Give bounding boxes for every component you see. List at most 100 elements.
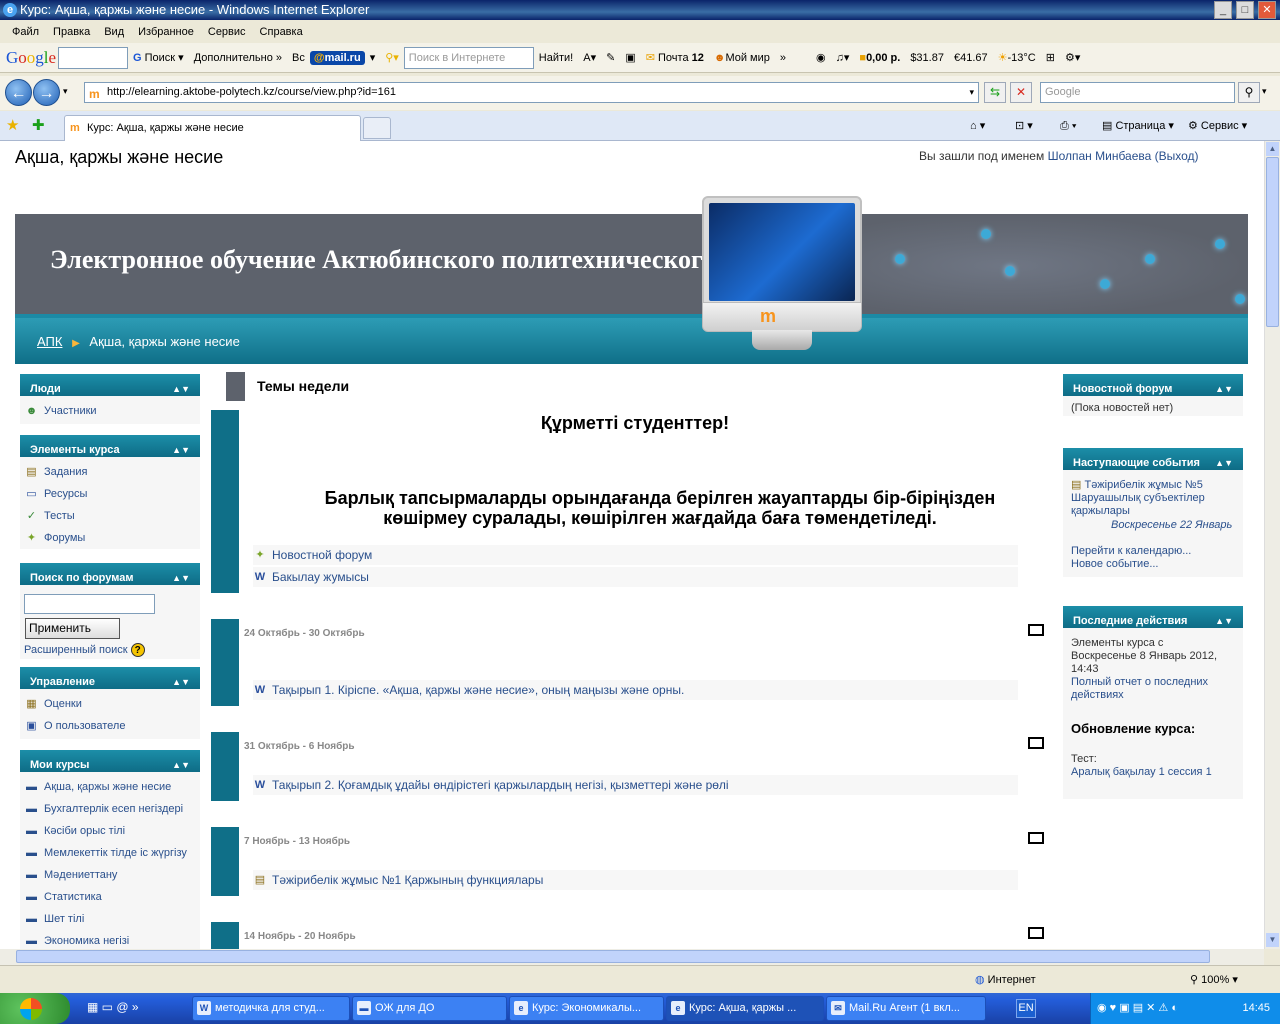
forum-search-input[interactable] xyxy=(24,594,155,614)
control-work-link[interactable]: W Бакылау жумысы xyxy=(253,567,1018,587)
collapse-icon[interactable]: ▲▼ xyxy=(172,435,190,465)
new-event-link[interactable]: Новое событие... xyxy=(1071,558,1159,570)
horizontal-scrollbar[interactable] xyxy=(0,949,1264,965)
search-go-icon[interactable]: ⚲ xyxy=(1238,82,1260,103)
collapse-icon[interactable]: ▲▼ xyxy=(1215,448,1233,478)
course-link[interactable]: ▬ Кәсіби орыс тілі xyxy=(20,825,125,837)
refresh-icon[interactable]: ⇆ xyxy=(984,82,1006,103)
hscroll-thumb[interactable] xyxy=(16,950,1210,963)
zoom-level[interactable]: ⚲ 100% ▾ xyxy=(1190,973,1238,986)
menu-tools[interactable]: Сервис xyxy=(202,26,254,38)
forward-button[interactable]: → xyxy=(33,79,60,106)
logout-link[interactable]: (Выход) xyxy=(1155,149,1199,163)
live-search-input[interactable]: Google xyxy=(1040,82,1235,103)
feeds-icon[interactable]: ⊡ ▾ xyxy=(1015,117,1033,135)
task-ie-course2[interactable]: e Курс: Ақша, қаржы ... xyxy=(666,996,824,1021)
start-button[interactable] xyxy=(0,993,70,1024)
add-favorites-icon[interactable]: ✚ xyxy=(32,116,45,134)
event-link[interactable]: ▤ Тәжірибелік жұмыс №5 Шаруашылық субъек… xyxy=(1071,479,1205,518)
menu-favorites[interactable]: Избранное xyxy=(132,26,202,38)
tab-course[interactable]: m Курс: Ақша, қаржы және несие xyxy=(64,115,361,141)
close-button[interactable]: ✕ xyxy=(1258,1,1276,19)
mailru-dropdown-icon[interactable]: ▾ xyxy=(365,51,381,64)
usd-rate[interactable]: $31.87 xyxy=(905,52,949,64)
highlight-toggle-icon[interactable] xyxy=(1028,927,1044,939)
task-mail-agent[interactable]: ✉ Mail.Ru Агент (1 вкл... xyxy=(826,996,986,1021)
highlight-icon[interactable]: ✎ xyxy=(601,51,620,64)
event-date[interactable]: Воскресенье 22 Январь xyxy=(1111,519,1232,531)
more-button[interactable]: Дополнительно » xyxy=(189,52,287,64)
course-link[interactable]: ▬ Экономика негізі xyxy=(20,935,129,947)
agent-icon[interactable]: ◉ xyxy=(811,51,831,64)
money-button[interactable]: ■0,00 р. xyxy=(854,52,905,64)
google-search-button[interactable]: G Поиск ▾ xyxy=(128,51,189,64)
news-forum-link[interactable]: ✦ Новостной форум xyxy=(253,545,1018,565)
highlight-toggle-icon[interactable] xyxy=(1028,624,1044,636)
scroll-thumb[interactable] xyxy=(1266,157,1279,327)
collapse-icon[interactable]: ▲▼ xyxy=(172,563,190,593)
eur-rate[interactable]: €41.67 xyxy=(949,52,993,64)
user-link[interactable]: Шолпан Минбаева xyxy=(1048,149,1152,163)
help-icon[interactable]: ? xyxy=(130,643,145,657)
task-folder[interactable]: ▬ ОЖ для ДО xyxy=(352,996,507,1021)
find-button[interactable]: Найти! xyxy=(534,52,578,64)
maximize-button[interactable]: □ xyxy=(1236,1,1254,19)
collapse-icon[interactable]: ▲▼ xyxy=(172,750,190,780)
vs-button[interactable]: Вс xyxy=(287,52,310,64)
topic-link[interactable]: W Тақырып 1. Кіріспе. «Ақша, қаржы және н… xyxy=(253,680,1018,700)
course-link[interactable]: ▬ Ақша, қаржы және несие xyxy=(20,781,171,793)
collapse-icon[interactable]: ▲▼ xyxy=(1215,606,1233,636)
new-tab-button[interactable] xyxy=(363,117,391,139)
forums-link[interactable]: ✦ Форумы xyxy=(20,532,85,544)
calendar-link[interactable]: Перейти к календарю... xyxy=(1071,545,1191,557)
myworld-button[interactable]: ☻Мой мир xyxy=(709,52,775,64)
quicklaunch-icons[interactable]: ▦ ▭ @ » xyxy=(87,1000,139,1014)
menu-file[interactable]: Файл xyxy=(6,26,47,38)
collapse-icon[interactable]: ▲▼ xyxy=(172,374,190,404)
history-dropdown-icon[interactable]: ▾ xyxy=(63,86,68,97)
chevron-more-icon[interactable]: » xyxy=(775,52,791,64)
resources-link[interactable]: ▭ Ресурсы xyxy=(20,488,87,500)
scroll-up-icon[interactable]: ▲ xyxy=(1266,142,1279,156)
highlight-toggle-icon[interactable] xyxy=(1028,832,1044,844)
home-icon[interactable]: ⌂ ▾ xyxy=(970,117,985,135)
topic-link[interactable]: W Тақырып 2. Қоғамдық ұдайы өндірістегі қ… xyxy=(253,775,1018,795)
language-indicator[interactable]: EN xyxy=(1016,999,1036,1018)
settings-icon[interactable]: ⚙▾ xyxy=(1060,51,1085,64)
map-icon[interactable]: ⊞ xyxy=(1041,51,1060,64)
search-engine-icon[interactable]: ⚲▾ xyxy=(380,51,404,64)
page-menu[interactable]: ▤ Страница ▾ xyxy=(1102,117,1174,135)
mail-button[interactable]: ✉ Почта 12 xyxy=(641,51,709,64)
task-ie-course1[interactable]: e Курс: Экономикалы... xyxy=(509,996,664,1021)
highlight-toggle-icon[interactable] xyxy=(1028,737,1044,749)
advanced-search-link[interactable]: Расширенный поиск ? xyxy=(24,643,145,657)
quizzes-link[interactable]: ✓ Тесты xyxy=(20,510,75,522)
apply-button[interactable]: Применить xyxy=(25,618,120,639)
music-icon[interactable]: ♫▾ xyxy=(831,51,855,64)
search-options-icon[interactable]: ▾ xyxy=(1262,86,1267,97)
course-link[interactable]: ▬ Бухгалтерлік есеп негіздері xyxy=(20,803,183,815)
task-word-doc[interactable]: Wметодичка для студ... xyxy=(192,996,350,1021)
back-button[interactable]: ← xyxy=(5,79,32,106)
frame-icon[interactable]: ▣ xyxy=(620,51,640,64)
course-link[interactable]: ▬ Шет тілі xyxy=(20,913,84,925)
address-input[interactable]: m http://elearning.aktobe-polytech.kz/co… xyxy=(84,82,979,103)
menu-view[interactable]: Вид xyxy=(98,26,132,38)
course-link[interactable]: ▬ Мәдениеттану xyxy=(20,869,117,881)
course-link[interactable]: ▬ Статистика xyxy=(20,891,102,903)
minimize-button[interactable]: _ xyxy=(1214,1,1232,19)
google-toolbar-search-input[interactable] xyxy=(58,46,128,69)
collapse-icon[interactable]: ▲▼ xyxy=(172,667,190,697)
scroll-down-icon[interactable]: ▼ xyxy=(1266,933,1279,947)
participants-link[interactable]: ☻ Участники xyxy=(20,405,97,417)
menu-help[interactable]: Справка xyxy=(254,26,311,38)
collapse-icon[interactable]: ▲▼ xyxy=(1215,374,1233,404)
font-size-icon[interactable]: A▾ xyxy=(578,51,601,64)
full-report-link[interactable]: Полный отчет о последних действиях xyxy=(1071,676,1208,702)
test-link[interactable]: Аралық бақылау 1 сессия 1 xyxy=(1071,766,1212,778)
course-link[interactable]: ▬ Мемлекеттік тілде іс жүргізу xyxy=(20,847,187,859)
stop-icon[interactable]: ✕ xyxy=(1010,82,1032,103)
internet-search-input[interactable]: Поиск в Интернете xyxy=(403,46,534,69)
favorites-star-icon[interactable]: ★ xyxy=(6,116,19,134)
print-icon[interactable]: ⎙ ▾ xyxy=(1060,117,1076,135)
